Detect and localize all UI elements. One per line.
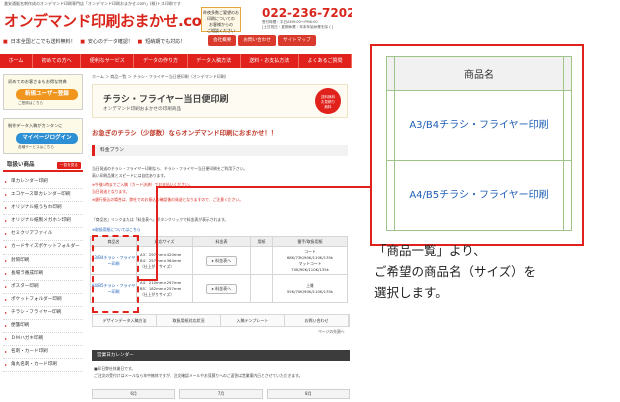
list-item[interactable]: 角丸名刺・カード印刷: [3, 359, 83, 373]
site-logo[interactable]: オンデマンド印刷おまかせ.com: [4, 10, 217, 31]
highlight-dashed-box: [92, 235, 139, 313]
nav-faq[interactable]: よくあるご質問: [299, 54, 352, 68]
list-item[interactable]: 便箋印刷: [3, 320, 83, 334]
size-cell: A3：297mm×420mm B4：257mm×364mm （仕上がりサイズ）: [136, 246, 193, 275]
plan-note: 当日発送となります。: [92, 189, 130, 194]
calendar-month: 7月: [179, 389, 263, 399]
phone-number: 022-236-7202: [262, 6, 352, 20]
zoom-header: 商品名: [394, 56, 564, 91]
calendar-note: ■印日弊社休業日です。: [94, 366, 136, 371]
site-top-note: 激安通販名刺作成のオンデマンド印刷専門店「オンデマンド印刷おまかせ.com」(株…: [4, 1, 181, 6]
page-top-link[interactable]: ページの先頭へ: [318, 329, 345, 335]
list-item[interactable]: セミクリアファイル: [3, 228, 83, 242]
zoom-header-row: 商品名: [386, 56, 572, 91]
zoomed-product-table: 商品名 A3/B4チラシ・フライヤー印刷 A4/B5チラシ・フライヤー印刷: [386, 56, 572, 231]
list-item[interactable]: オリジナル紙製メガホン印刷: [3, 215, 83, 229]
page-title: チラシ・フライヤー当日便印刷: [103, 95, 229, 105]
nav-data-guide[interactable]: データの作り方: [134, 54, 188, 68]
feature-strip: ■ 日本全国どこでも送料無料！ ■ 安心のデータ確認！ ■ 短納期でも対応！: [3, 39, 186, 45]
nav-shipping[interactable]: 送料・お支払方法: [241, 54, 299, 68]
price-cell: ▸ 料金表へ: [192, 274, 251, 303]
list-item[interactable]: チラシ・フライヤー印刷: [3, 307, 83, 321]
page-banner: チラシ・フライヤー当日便印刷 オンデマンド印刷おまかせの印刷商品 送料無料 お見…: [92, 84, 348, 118]
col-size: 対応サイズ: [136, 236, 193, 247]
list-item[interactable]: オリジナル紙うちわ印刷: [3, 202, 83, 216]
price-table-button[interactable]: ▸ 料金表へ: [205, 283, 238, 294]
register-button[interactable]: 新規ユーザー登録: [16, 89, 78, 100]
register-banner[interactable]: 初めてのお客さまもお得な特典 新規ユーザー登録 ご登録はこちら: [3, 74, 83, 110]
list-item[interactable]: 単カレンダー印刷: [3, 176, 83, 190]
check-icon: ■: [3, 39, 8, 45]
plan-text: 当日発送のチラシ・フライヤー印刷なら、チラシ・フライヤー当日便印刷をご利用下さい…: [92, 166, 248, 171]
nav-services[interactable]: 便利なサービス: [81, 54, 135, 68]
nav-home[interactable]: ホーム: [0, 54, 34, 68]
website-screenshot: 激安通販名刺作成のオンデマンド印刷専門店「オンデマンド印刷おまかせ.com」(株…: [0, 0, 352, 402]
zoomed-product-box: 商品名 A3/B4チラシ・フライヤー印刷 A4/B5チラシ・フライヤー印刷: [370, 44, 584, 246]
list-item[interactable]: カードサイズポケットフォルダー: [3, 241, 83, 255]
guide-link[interactable]: 取扱用紙対応状況: [157, 315, 221, 326]
table-row: A4/B5チラシ・フライヤー印刷: [386, 160, 572, 231]
price-cell: ▸ 料金表へ: [192, 246, 251, 275]
plan-hint: 「商品名」リンクまたは「料金表へ」ボタンクリックで料金表が表示されます。: [92, 217, 229, 222]
breadcrumb[interactable]: ホーム ＞ 商品一覧 ＞ チラシ・フライヤー当日便印刷（オンデマンド印刷）: [92, 74, 229, 80]
plan-note: ※銀行振込の場合は、弊社でのお振込の確認後の発送となりますので、ご注意ください。: [92, 197, 243, 202]
list-item[interactable]: 長場ラ番成印刷: [3, 268, 83, 281]
guide-link[interactable]: デザインデータ入稿方法: [93, 315, 157, 326]
business-hours: 受付時間：平日AM9:00〜PM6:00 [土日祝日・夏期休業・年末年始休業を除…: [262, 20, 334, 29]
calendar-month: 8月: [266, 389, 350, 399]
check-icon: ■: [80, 39, 85, 45]
sitemap-button[interactable]: サイトマップ: [277, 35, 316, 46]
nav-beginners[interactable]: 初めての方へ: [33, 54, 82, 68]
guide-link[interactable]: お問い合わせ: [285, 315, 349, 326]
zoom-product-link-a3b4[interactable]: A3/B4チラシ・フライヤー印刷: [394, 90, 564, 161]
free-shipping-seal: 送料無料 お見積り 無料: [315, 88, 341, 114]
calendar-month: 6月: [92, 389, 176, 399]
list-item[interactable]: ポケットフォルダー印刷: [3, 294, 83, 307]
login-button[interactable]: マイページログイン: [16, 133, 78, 144]
col-price: 料金表: [192, 236, 251, 247]
check-icon: ■: [137, 39, 143, 45]
calendar-heading: 営業日カレンダー: [92, 350, 350, 361]
plan-text: 高い印刷品質とスピードには自信あります。: [92, 173, 168, 178]
products-heading: 取扱い商品 一覧を見る: [3, 160, 83, 172]
callout-line: [156, 186, 158, 281]
product-list: 単カレンダー印刷 エコケース単カレンダー印刷 オリジナル紙うちわ印刷 オリジナル…: [3, 176, 83, 373]
list-item[interactable]: ＤＭハガキ印刷: [3, 333, 83, 347]
page-subtitle: オンデマンド印刷おまかせの印刷商品: [103, 107, 182, 112]
paper-types-cell: 上質 55K/70K/90K/110K/135k: [272, 274, 348, 303]
paper-cell: [250, 274, 273, 303]
mypage-banner[interactable]: 制作データ入稿がカンタンに マイページログイン 各種サービスはこちら: [3, 118, 83, 154]
calendar-months: 6月 7月 8月: [92, 389, 350, 399]
list-item[interactable]: ポスター印刷: [3, 281, 83, 294]
price-table-button[interactable]: ▸ 料金表へ: [205, 255, 238, 266]
header-consult-box[interactable]: 昨夜多数ご要望のお 印刷についての お客様からの ご相談ください: [201, 7, 241, 33]
lead-headline: お急ぎのチラシ（少部数）ならオンデマンド印刷におまかせ！！: [92, 129, 278, 137]
paper-link[interactable]: ※取扱用紙についてはこちら: [92, 227, 141, 233]
guide-link-row: デザインデータ入稿方法 取扱用紙対応状況 入稿テンプレート お問い合わせ: [92, 314, 350, 327]
zoom-product-link-a4b5[interactable]: A4/B5チラシ・フライヤー印刷: [394, 160, 564, 231]
nav-submission[interactable]: データ入稿方法: [188, 54, 241, 68]
calendar-note: ご注文の受付けはメールなら年中無休ですが、注文確認メールやお見積りへのご返答は営…: [94, 373, 303, 378]
list-item[interactable]: 封筒印刷: [3, 255, 83, 268]
guide-link[interactable]: 入稿テンプレート: [221, 315, 285, 326]
col-paper: 用紙: [250, 236, 273, 247]
list-item[interactable]: 名刺・カード印刷: [3, 346, 83, 360]
products-all-button[interactable]: 一覧を見る: [57, 162, 81, 169]
global-nav: ホーム 初めての方へ 便利なサービス データの作り方 データ入稿方法 送料・お支…: [0, 54, 352, 68]
instruction-caption: 「商品一覧」より、 ご希望の商品名（サイズ）を 選択します。: [374, 243, 537, 300]
company-button[interactable]: 会社概要: [208, 35, 237, 46]
list-item[interactable]: エコケース単カレンダー印刷: [3, 189, 83, 203]
callout-line: [156, 186, 372, 188]
header-buttons: 会社概要 お問い合わせ サイトマップ: [208, 35, 316, 46]
paper-types-cell: コート 68K/73K/90K/110K/135k マットコート 70K/90K…: [272, 246, 348, 275]
table-row: A3/B4チラシ・フライヤー印刷: [386, 90, 572, 161]
section-heading: 料金プラン: [92, 145, 348, 156]
contact-button[interactable]: お問い合わせ: [238, 35, 276, 46]
paper-cell: [250, 246, 273, 275]
callout-line: [139, 279, 157, 281]
col-paper-types: 番手/取扱用紙: [272, 236, 348, 247]
